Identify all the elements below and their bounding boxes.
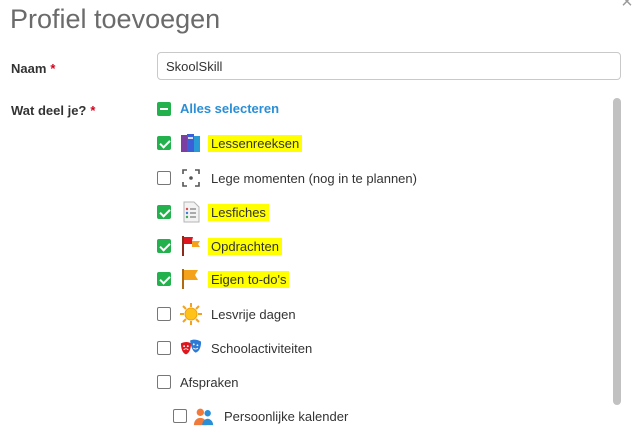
people-icon	[193, 405, 215, 427]
share-label-text: Wat deel je?	[11, 103, 87, 118]
checkbox-persoonlijke-kalender[interactable]	[173, 409, 187, 423]
option-label: Afspraken	[180, 374, 239, 390]
close-icon[interactable]: ×	[617, 0, 637, 12]
document-list-icon	[180, 201, 202, 223]
sun-icon	[180, 303, 202, 325]
option-lesvrije-dagen[interactable]: Lesvrije dagen	[157, 303, 296, 325]
option-label: Eigen to-do's	[208, 270, 290, 288]
dialog-title: Profiel toevoegen	[10, 4, 221, 34]
checkbox-lesfiches[interactable]	[157, 205, 171, 219]
required-mark: *	[50, 61, 56, 76]
select-all-toggle[interactable]: Alles selecteren	[157, 101, 279, 116]
select-all-label[interactable]: Alles selecteren	[180, 101, 279, 116]
option-persoonlijke-kalender[interactable]: Persoonlijke kalender	[173, 405, 348, 427]
checkbox-eigen-todos[interactable]	[157, 272, 171, 286]
empty-slot-icon	[180, 167, 202, 189]
option-label: Persoonlijke kalender	[224, 408, 349, 424]
orange-flag-icon	[180, 268, 202, 290]
option-label: Lesfiches	[208, 203, 269, 221]
option-lege-momenten[interactable]: Lege momenten (nog in te plannen)	[157, 167, 417, 189]
book-stack-icon	[180, 132, 202, 154]
option-label: Schoolactiviteiten	[211, 340, 313, 356]
required-mark: *	[90, 103, 96, 118]
option-afspraken[interactable]: Afspraken	[157, 371, 239, 393]
option-eigen-todos[interactable]: Eigen to-do's	[157, 268, 290, 290]
option-schoolactiviteiten[interactable]: Schoolactiviteiten	[157, 337, 312, 359]
checkbox-opdrachten[interactable]	[157, 239, 171, 253]
checkbox-lesvrije-dagen[interactable]	[157, 307, 171, 321]
theater-masks-icon	[180, 337, 202, 359]
option-lesfiches[interactable]: Lesfiches	[157, 201, 269, 223]
name-input[interactable]	[157, 52, 621, 80]
checkbox-lessenreeksen[interactable]	[157, 136, 171, 150]
name-label-text: Naam	[11, 61, 47, 76]
checkbox-lege-momenten[interactable]	[157, 171, 171, 185]
option-label: Lege momenten (nog in te plannen)	[211, 170, 417, 186]
checkbox-schoolactiviteiten[interactable]	[157, 341, 171, 355]
option-label: Lesvrije dagen	[211, 306, 296, 322]
checkbox-afspraken[interactable]	[157, 375, 171, 389]
option-label: Opdrachten	[208, 237, 282, 255]
option-lessenreeksen[interactable]: Lessenreeksen	[157, 132, 303, 154]
option-opdrachten[interactable]: Opdrachten	[157, 235, 282, 257]
select-all-checkbox[interactable]	[157, 101, 171, 116]
red-flag-icon	[180, 235, 202, 257]
option-label: Lessenreeksen	[208, 134, 303, 152]
name-label: Naam *	[11, 61, 55, 76]
share-label: Wat deel je? *	[11, 103, 95, 118]
scrollbar-thumb[interactable]	[613, 98, 621, 405]
